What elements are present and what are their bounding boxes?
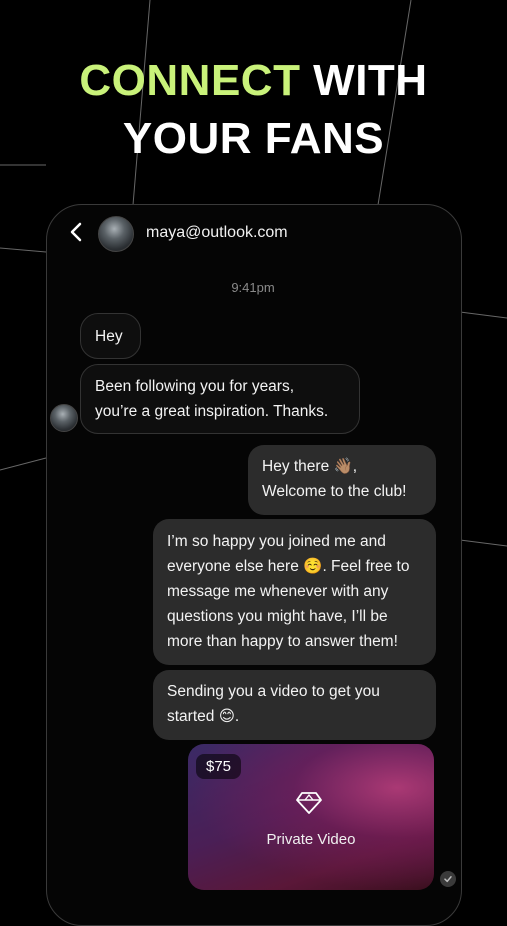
message-line: I’m so happy you joined me and [167, 533, 386, 550]
headline: CONNECT WITH YOUR FANS [0, 52, 507, 168]
back-button[interactable] [66, 220, 86, 244]
message-timestamp: 9:41pm [231, 280, 275, 295]
message-line: Hey there 👋🏽, [262, 458, 358, 475]
contact-name[interactable]: maya@outlook.com [146, 224, 288, 242]
message-bubble-outgoing: Sending you a video to get you started 😊… [153, 670, 436, 740]
diamond-icon [296, 792, 322, 814]
message-line: more than happy to answer them! [167, 633, 398, 650]
price-badge: $75 [196, 754, 242, 779]
headline-line-2: YOUR FANS [122, 114, 385, 163]
message-bubble-incoming: Been following you for years, you’re a g… [80, 364, 360, 434]
sender-avatar [50, 404, 78, 432]
message-bubble-outgoing: Hey there 👋🏽, Welcome to the club! [248, 445, 436, 515]
headline-accent: CONNECT [79, 56, 301, 105]
message-line: Welcome to the club! [262, 483, 407, 500]
headline-rest: WITH [300, 56, 428, 105]
chevron-left-icon [70, 222, 82, 242]
message-line: message me whenever with any [167, 583, 389, 600]
message-bubble-outgoing: I’m so happy you joined me and everyone … [153, 519, 436, 665]
message-line: Been following you for years, [95, 378, 295, 395]
video-label: Private Video [266, 831, 356, 848]
message-line: questions you might have, I’ll be [167, 608, 388, 625]
private-video-card[interactable]: $75 Private Video [188, 744, 434, 890]
check-circle-icon [440, 871, 456, 887]
message-line: everyone else here ☺️. Feel free to [167, 558, 410, 575]
headline-line-1: CONNECT WITH [0, 52, 507, 110]
chat-header: maya@outlook.com [66, 214, 446, 254]
contact-avatar[interactable] [98, 216, 134, 252]
message-line: Hey [95, 328, 123, 345]
message-bubble-incoming: Hey [80, 313, 141, 359]
message-line: Sending you a video to get you [167, 683, 380, 700]
message-line: you’re a great inspiration. Thanks. [95, 403, 329, 420]
message-line: started 😊. [167, 708, 240, 725]
